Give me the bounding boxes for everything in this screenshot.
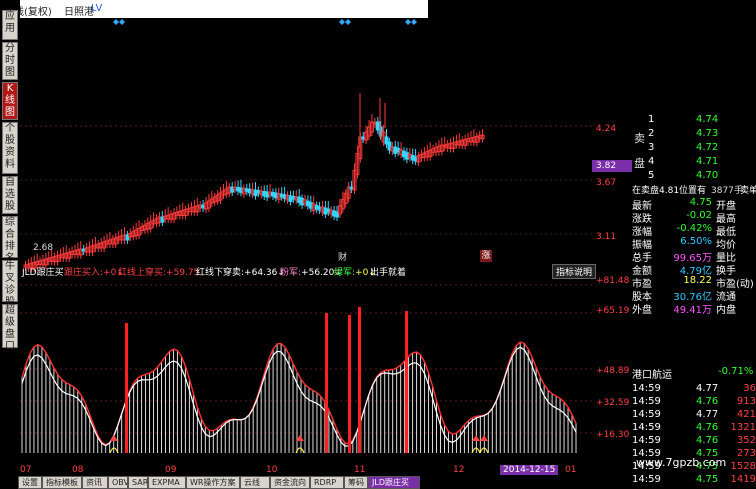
month-12: 12 (453, 465, 465, 475)
white-line (21, 346, 577, 447)
ind-axis-1: +65.19 (596, 306, 630, 316)
ask-row[interactable]: 2 4.73 (628, 128, 756, 141)
quote-row: 振幅 6.50% 均价 (632, 236, 736, 251)
current-price-badge: 3.82 (592, 160, 632, 172)
left-tab-4[interactable]: 自选股 (2, 176, 18, 214)
red-line (21, 341, 577, 446)
signal-diamond (405, 19, 411, 25)
quote-row: 总手 99.65万 量比 (632, 253, 736, 264)
signal-diamond (339, 19, 345, 25)
left-tab-7[interactable]: 超级盘口 (2, 304, 18, 352)
left-tab-2[interactable]: K线图 (2, 82, 18, 120)
red-spike (125, 323, 128, 453)
order-summary: 在卖盘4.81位置有 3877手 卖单 (632, 186, 756, 196)
finance-marker[interactable]: 财 (338, 250, 347, 263)
price-axis-3-67: 3.67 (596, 178, 617, 188)
indicator-chart[interactable] (20, 273, 592, 473)
month-07: 07 (20, 465, 32, 475)
bottom-tab-4[interactable]: SAR (128, 476, 148, 489)
bottom-tab-8[interactable]: 资金流向 (270, 476, 310, 489)
chart-title-bar: 日线(复权) 日照港 LV (0, 0, 428, 18)
red-spike (348, 315, 351, 453)
signal-diamond (113, 19, 119, 25)
trade-row: 14:59 4.75 1419 (632, 474, 756, 485)
left-tab-3[interactable]: 个股资料 (2, 122, 18, 174)
buy-arrow (110, 435, 118, 441)
trade-row: 14:59 4.76 913 (632, 396, 756, 407)
trade-row: 14:59 4.76 352 (632, 435, 756, 446)
red-spike (325, 313, 328, 453)
ask-row[interactable]: 3 4.72 (628, 142, 756, 155)
date-badge: 2014-12-15 (500, 465, 559, 475)
quote-row: 最新 4.75 开盘 (632, 197, 736, 212)
ind-axis-4: +16.30 (596, 430, 630, 440)
ind-axis-3: +32.59 (596, 398, 630, 408)
price-axis-4-24: 4.24 (596, 124, 617, 134)
left-tab-1[interactable]: 分时图 (2, 42, 18, 80)
left-tab-bar: 应用分时图 K线图个股资料自选股综合排名 牛叉诊股 超级盘口 (0, 0, 20, 487)
month-09: 09 (165, 465, 177, 475)
bottom-tab-11[interactable]: JLD跟庄买 (368, 476, 420, 489)
kline-chart[interactable] (20, 18, 592, 280)
rise-marker[interactable]: 涨 (480, 250, 492, 262)
left-tab-5[interactable]: 综合排名 (2, 216, 18, 264)
bottom-tab-2[interactable]: 资讯 (82, 476, 108, 489)
buy-arrow (480, 435, 488, 441)
month-08: 08 (72, 465, 84, 475)
ask-row[interactable]: 4 4.71 (628, 156, 756, 169)
signal-diamond (119, 19, 125, 25)
month-10: 10 (266, 465, 278, 475)
month-11: 11 (354, 465, 366, 475)
bottom-tab-0[interactable]: 设置 (18, 476, 42, 489)
red-spike (358, 307, 361, 453)
bottom-tab-7[interactable]: 云线 (240, 476, 270, 489)
ind-axis-0: +81.48 (596, 276, 630, 286)
quote-row: 金额 4.79亿 换手 (632, 266, 736, 277)
red-spike (405, 311, 408, 453)
bottom-tab-10[interactable]: 筹码 (344, 476, 368, 489)
bottom-tab-3[interactable]: OBV (108, 476, 128, 489)
quote-row: 涨幅 -0.42% 最低 (632, 223, 736, 238)
quote-row: 涨跌 -0.02 最高 (632, 210, 736, 225)
bottom-tab-9[interactable]: RDRP (310, 476, 344, 489)
trade-row: 14:59 4.77 36 (632, 383, 756, 394)
trade-row: 14:59 4.76 1321 (632, 422, 756, 433)
quote-row: 市盈 18.22 市盈(动) (632, 275, 754, 290)
quote-row: 外盘 49.41万 内盘 (632, 305, 736, 316)
watermark: www.7gpzb.com (636, 456, 727, 469)
bottom-tab-5[interactable]: EXPMA (148, 476, 186, 489)
buy-arrow (472, 435, 480, 441)
left-tab-0[interactable]: 应用 (2, 10, 18, 40)
month-01: 01 (565, 465, 577, 475)
ask-row[interactable]: 1 4.74 (628, 114, 756, 127)
price-axis-3-11: 3.11 (596, 232, 617, 242)
signal-diamond (411, 19, 417, 25)
lv-label: LV (91, 3, 103, 14)
left-tab-6[interactable]: 牛叉诊股 (2, 260, 18, 308)
bottom-tab-6[interactable]: WR操作方案 (186, 476, 240, 489)
trade-row: 14:59 4.77 421 (632, 409, 756, 420)
quote-row: 股本 30.76亿 流通 (632, 292, 736, 303)
bottom-tab-1[interactable]: 指标模板 (42, 476, 82, 489)
ind-axis-2: +48.89 (596, 366, 630, 376)
signal-diamond (345, 19, 351, 25)
ask-row[interactable]: 5 4.70 (628, 170, 756, 183)
stock-name: 日照港 (64, 7, 94, 18)
low-price-label: 2.68 (33, 243, 54, 253)
sector-row[interactable]: 港口航运 -0.71% (632, 366, 756, 381)
